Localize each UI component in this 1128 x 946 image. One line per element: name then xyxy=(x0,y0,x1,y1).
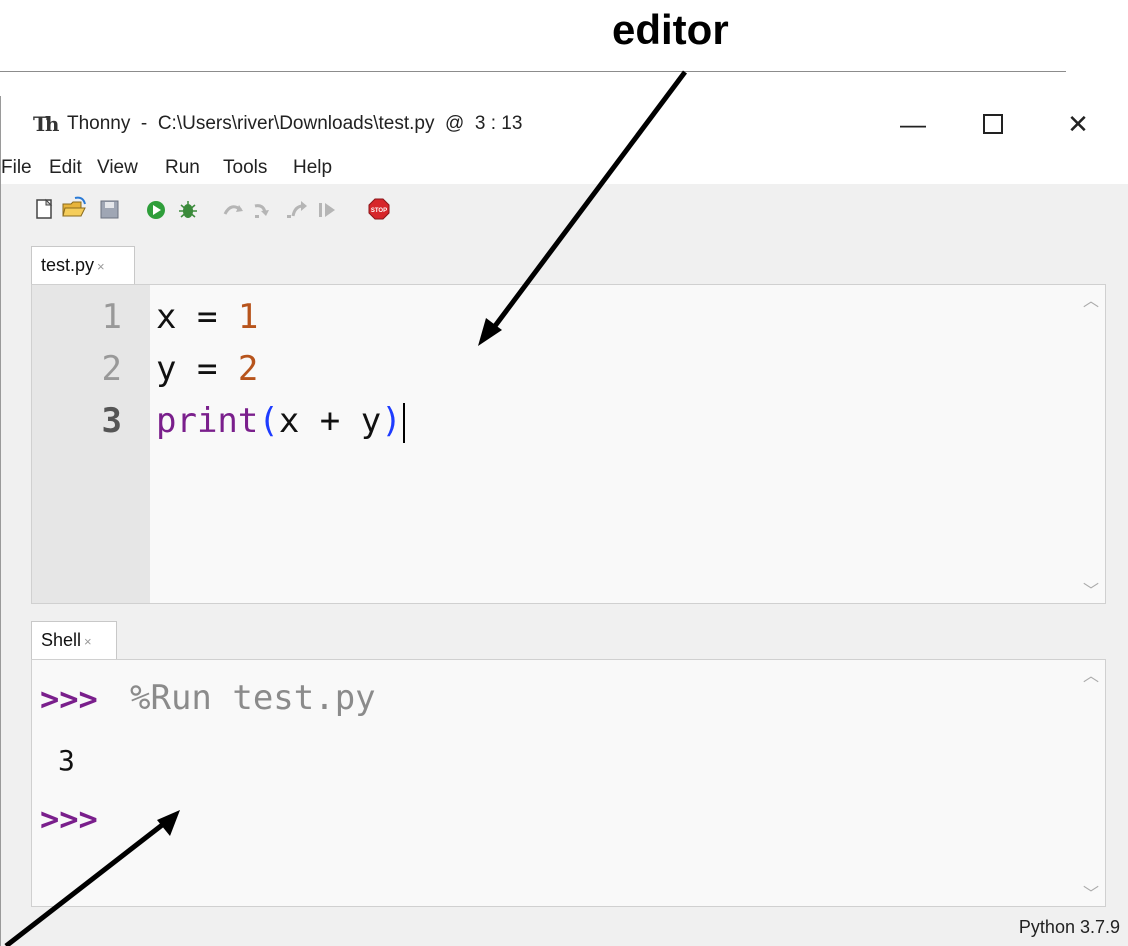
menu-tools[interactable]: Tools xyxy=(223,157,267,179)
scroll-up-arrow-icon[interactable]: ︿ xyxy=(1083,287,1099,311)
open-folder-icon[interactable] xyxy=(62,196,86,217)
line-number-gutter: 1 2 3 xyxy=(32,285,150,603)
interpreter-status[interactable]: Python 3.7.9 xyxy=(1019,917,1120,938)
shell-scroll-down-arrow-icon[interactable]: ﹀ xyxy=(1083,880,1099,904)
shell-tab-label: Shell xyxy=(41,630,82,650)
annotation-label-editor: editor xyxy=(612,6,729,53)
editor-tab-close-icon[interactable]: × xyxy=(97,259,105,274)
shell-prompt: >>> xyxy=(40,680,98,718)
stop-icon[interactable]: STOP xyxy=(368,198,390,220)
editor-tab-label: test.py xyxy=(41,255,95,275)
run-icon[interactable] xyxy=(147,201,165,219)
menu-run[interactable]: Run xyxy=(165,157,200,179)
step-out-icon[interactable] xyxy=(287,201,307,218)
menu-file[interactable]: File xyxy=(1,157,32,179)
status-bar: Python 3.7.9 xyxy=(1,909,1128,946)
shell-console[interactable]: >>> %Run test.py 3 >>> ︿ ﹀ xyxy=(31,659,1106,907)
save-icon[interactable] xyxy=(100,200,119,219)
code-line-1: x = 1 xyxy=(156,297,259,337)
new-file-icon[interactable] xyxy=(36,198,53,219)
shell-command: %Run test.py xyxy=(130,678,376,718)
line-number: 1 xyxy=(101,297,122,337)
line-number-current: 3 xyxy=(101,401,122,441)
minimize-icon: — xyxy=(900,108,926,139)
close-icon: ✕ xyxy=(1067,108,1089,139)
shell-prompt-input[interactable]: >>> xyxy=(40,800,98,838)
menu-edit[interactable]: Edit xyxy=(49,157,82,179)
scroll-down-arrow-icon[interactable]: ﹀ xyxy=(1083,577,1099,601)
shell-tab-close-icon[interactable]: × xyxy=(84,634,92,649)
annotation-divider xyxy=(0,71,1066,72)
code-line-3: print(x + y) xyxy=(156,401,405,443)
shell-scroll-up-arrow-icon[interactable]: ︿ xyxy=(1083,662,1099,686)
tab-editor-test-py[interactable]: test.py × xyxy=(31,246,135,284)
window-title: Thonny - C:\Users\river\Downloads\test.p… xyxy=(67,113,523,134)
resume-icon[interactable] xyxy=(319,203,335,217)
maximize-button[interactable] xyxy=(963,104,1023,144)
toolbar-icons: STOP xyxy=(36,196,390,220)
menu-view[interactable]: View xyxy=(97,157,138,179)
step-over-icon[interactable] xyxy=(223,205,243,215)
text-cursor xyxy=(402,402,405,443)
thonny-window: Th Thonny - C:\Users\river\Downloads\tes… xyxy=(0,96,1128,946)
minimize-button[interactable]: — xyxy=(883,104,943,144)
title-bar[interactable]: Th Thonny - C:\Users\river\Downloads\tes… xyxy=(1,96,1128,152)
step-into-icon[interactable] xyxy=(254,204,269,218)
stop-label: STOP xyxy=(371,208,387,214)
thonny-logo-icon: Th xyxy=(33,112,59,136)
menu-bar: File Edit View Run Tools Help xyxy=(1,152,1128,184)
close-button[interactable]: ✕ xyxy=(1048,104,1108,144)
maximize-icon xyxy=(983,114,1003,134)
line-number: 2 xyxy=(101,349,122,389)
toolbar: STOP xyxy=(1,186,1128,234)
shell-output: 3 xyxy=(58,744,75,777)
tab-shell[interactable]: Shell × xyxy=(31,621,117,659)
menu-help[interactable]: Help xyxy=(293,157,332,179)
code-editor[interactable]: 1 2 3 x = 1 y = 2 print(x + y) ︿ ﹀ xyxy=(31,284,1106,604)
code-line-2: y = 2 xyxy=(156,349,259,389)
debug-bug-icon[interactable] xyxy=(179,201,197,218)
